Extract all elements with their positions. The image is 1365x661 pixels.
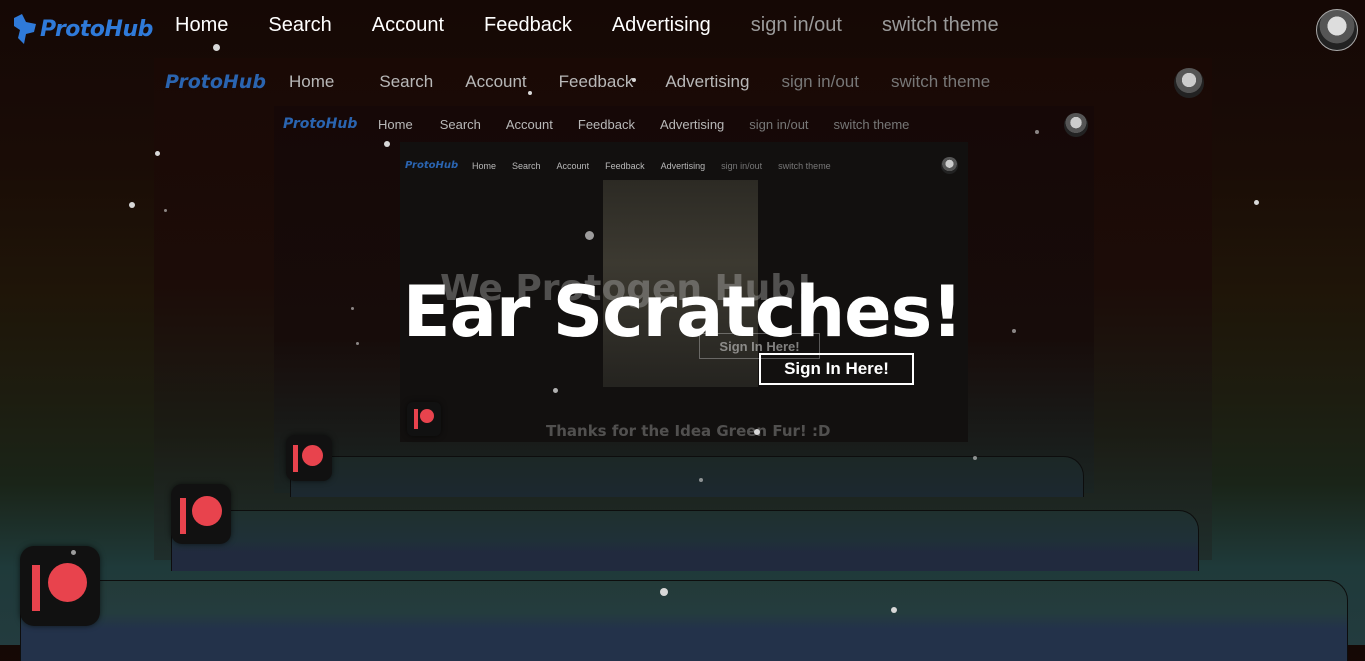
nested-ghost-thanks: Thanks for the Idea Green Fur! :D xyxy=(546,422,831,440)
nested-footer-panel-1 xyxy=(171,510,1199,571)
patreon-icon-nested-1 xyxy=(171,484,231,544)
user-avatar[interactable] xyxy=(1316,9,1358,51)
nested-logo-1: ProtoHub xyxy=(165,71,266,93)
nav-switch-theme[interactable]: switch theme xyxy=(882,14,999,37)
particle xyxy=(660,588,668,596)
nested-logo-2: ProtoHub xyxy=(283,116,358,132)
nested-footer-panel-2 xyxy=(290,456,1084,497)
nested3-nav-sign: sign in/out xyxy=(721,161,763,171)
nested3-nav-advertising: Advertising xyxy=(660,161,706,171)
nested-nav-search: Search xyxy=(379,72,434,91)
particle xyxy=(585,231,594,240)
nested3-nav-search: Search xyxy=(512,161,541,171)
nested-nav-theme: switch theme xyxy=(890,72,991,91)
nav-advertising[interactable]: Advertising xyxy=(612,14,711,37)
particle xyxy=(553,388,558,393)
nested-avatar-3 xyxy=(941,157,958,174)
nested-nav-feedback: Feedback xyxy=(558,72,634,91)
nav-feedback[interactable]: Feedback xyxy=(484,14,572,37)
nested3-nav-theme: switch theme xyxy=(778,161,831,171)
particle xyxy=(632,78,636,82)
hero-title: Ear Scratches! xyxy=(402,271,963,353)
particle xyxy=(754,429,760,435)
nested3-nav-home: Home xyxy=(472,161,497,171)
nested-nav-2: Home Search Account Feedback Advertising… xyxy=(378,117,909,132)
nested-nav-advertising: Advertising xyxy=(665,72,750,91)
patreon-icon[interactable] xyxy=(20,546,100,626)
particle xyxy=(699,478,703,482)
nested2-nav-sign: sign in/out xyxy=(749,117,809,132)
nested2-nav-account: Account xyxy=(505,117,553,132)
nested-nav-3: Home Search Account Feedback Advertising… xyxy=(472,161,831,171)
patreon-icon-nested-3 xyxy=(407,402,441,436)
particle xyxy=(71,550,76,555)
protogen-head-icon xyxy=(14,14,36,44)
particle xyxy=(891,607,897,613)
nested-nav-1: Home Search Account Feedback Advertising… xyxy=(289,72,990,92)
nested-avatar-1 xyxy=(1174,68,1204,98)
logo-text: ProtoHub xyxy=(40,16,153,42)
nested-nav-home: Home xyxy=(289,72,335,91)
particle xyxy=(164,209,167,212)
particle xyxy=(1035,130,1039,134)
nav-search[interactable]: Search xyxy=(268,14,331,37)
nested2-nav-theme: switch theme xyxy=(833,117,910,132)
nested-nav-account: Account xyxy=(465,72,527,91)
protohub-logo[interactable]: ProtoHub xyxy=(12,9,153,49)
nested2-nav-search: Search xyxy=(439,117,481,132)
nested2-nav-home: Home xyxy=(378,117,413,132)
particle xyxy=(155,151,160,156)
sign-in-button[interactable]: Sign In Here! xyxy=(759,353,914,385)
nested2-nav-advertising: Advertising xyxy=(659,117,725,132)
nested2-nav-feedback: Feedback xyxy=(577,117,635,132)
footer-panel xyxy=(20,580,1348,661)
particle xyxy=(528,91,532,95)
particle xyxy=(384,141,390,147)
nav-home[interactable]: Home xyxy=(175,14,228,37)
nav-sign-in-out[interactable]: sign in/out xyxy=(751,14,842,37)
nav-account[interactable]: Account xyxy=(372,14,444,37)
particle xyxy=(129,202,135,208)
patreon-icon-nested-2 xyxy=(286,435,332,481)
nested-logo-3: ProtoHub xyxy=(405,160,459,171)
nested3-nav-feedback: Feedback xyxy=(605,161,645,171)
nested3-nav-account: Account xyxy=(556,161,590,171)
nested-nav-sign: sign in/out xyxy=(781,72,859,91)
particle xyxy=(973,456,977,460)
particle xyxy=(1254,200,1259,205)
nested-avatar-2 xyxy=(1064,113,1088,137)
top-nav: ProtoHub Home Search Account Feedback Ad… xyxy=(0,0,1365,58)
nav-links: Home Search Account Feedback Advertising… xyxy=(155,14,1019,37)
